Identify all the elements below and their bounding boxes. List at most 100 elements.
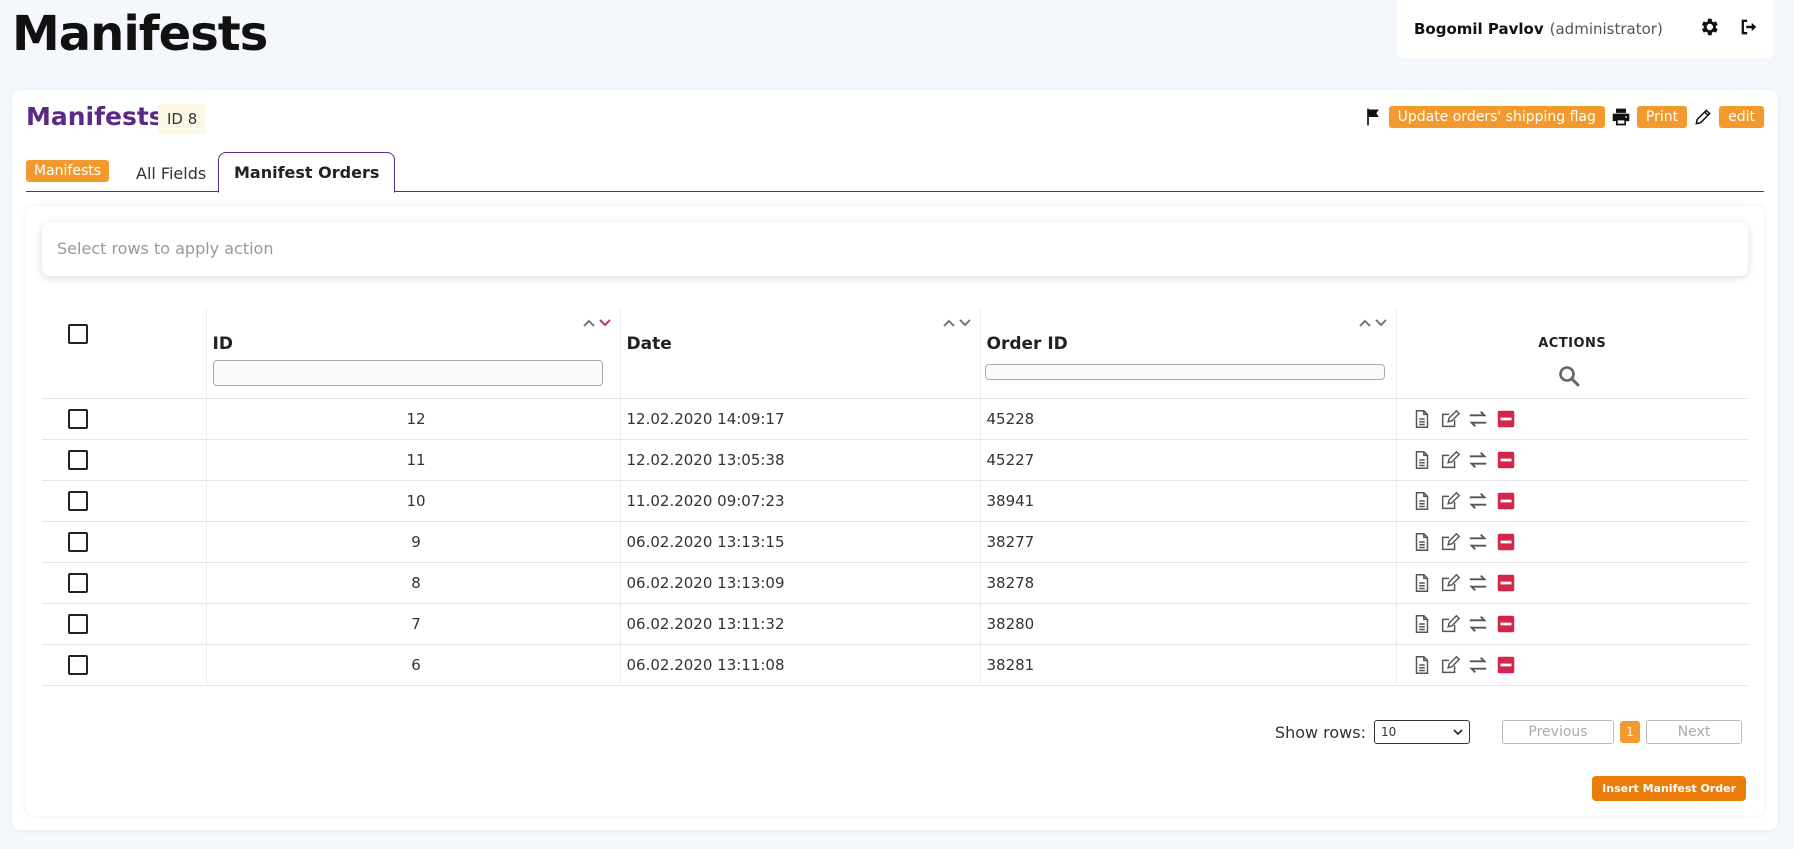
header-id[interactable]: ID [206,308,621,399]
row-order-id: 38280 [980,603,1397,645]
table-row: 9 06.02.2020 13:13:15 38277 [42,521,1748,563]
sort-down-icon[interactable] [1374,318,1388,328]
header-order-id[interactable]: Order ID [980,308,1397,399]
edit-icon[interactable] [1439,408,1461,430]
swap-icon[interactable] [1467,572,1489,594]
document-icon[interactable] [1411,531,1433,553]
document-icon[interactable] [1411,613,1433,635]
manifest-card: Manifests ID 8 Update orders' shipping f… [12,90,1778,830]
update-shipping-flag-button[interactable]: Update orders' shipping flag [1388,106,1605,128]
flag-icon [1363,107,1383,127]
search-icon[interactable] [1557,364,1581,392]
top-actions: Update orders' shipping flag Print edit [1363,106,1764,128]
header-actions-label: ACTIONS [1538,336,1607,351]
edit-icon[interactable] [1439,531,1461,553]
swap-icon[interactable] [1467,531,1489,553]
document-icon[interactable] [1411,572,1433,594]
swap-icon[interactable] [1467,613,1489,635]
row-order-id: 38941 [980,480,1397,522]
gear-icon[interactable] [1698,16,1720,38]
print-button[interactable]: Print [1636,106,1688,128]
header-select-cell [42,308,207,399]
row-checkbox[interactable] [68,449,88,470]
order-id-filter-input[interactable] [984,364,1385,380]
insert-manifest-order-button[interactable]: Insert Manifest Order [1592,776,1746,801]
tab-all-fields[interactable]: All Fields [136,164,206,183]
row-order-id: 38281 [980,644,1397,686]
logout-icon[interactable] [1738,16,1760,38]
swap-icon[interactable] [1467,408,1489,430]
sort-up-icon[interactable] [582,318,596,328]
header-date[interactable]: Date [620,308,981,399]
swap-icon[interactable] [1467,449,1489,471]
delete-icon[interactable] [1495,408,1517,430]
header-actions: ACTIONS [1396,308,1748,399]
row-checkbox[interactable] [68,490,88,511]
document-icon[interactable] [1411,449,1433,471]
edit-icon[interactable] [1439,613,1461,635]
delete-icon[interactable] [1495,654,1517,676]
row-select-cell [42,644,207,686]
delete-icon[interactable] [1495,531,1517,553]
row-id: 11 [206,439,621,481]
document-icon[interactable] [1411,490,1433,512]
header-id-label: ID [212,334,233,354]
row-order-id: 45227 [980,439,1397,481]
edit-icon[interactable] [1439,654,1461,676]
previous-page-button[interactable]: Previous [1502,720,1614,744]
sort-up-icon[interactable] [942,318,956,328]
edit-button[interactable]: edit [1719,106,1764,128]
row-checkbox[interactable] [68,408,88,429]
table-row: 7 06.02.2020 13:11:32 38280 [42,603,1748,645]
swap-icon[interactable] [1467,654,1489,676]
row-actions [1396,603,1748,645]
tab-manifests[interactable]: Manifests [26,160,110,182]
edit-icon[interactable] [1439,490,1461,512]
user-panel: Bogomil Pavlov (administrator) [1398,0,1774,58]
page-1-button[interactable]: 1 [1620,721,1640,743]
sort-down-icon[interactable] [958,318,972,328]
row-checkbox[interactable] [68,531,88,552]
document-icon[interactable] [1411,408,1433,430]
id-filter-input[interactable] [212,360,603,386]
delete-icon[interactable] [1495,613,1517,635]
row-id: 12 [206,398,621,440]
edit-icon[interactable] [1439,572,1461,594]
select-all-checkbox[interactable] [68,324,88,344]
bulk-action-bar[interactable]: Select rows to apply action [42,222,1748,276]
row-order-id: 45228 [980,398,1397,440]
row-select-cell [42,439,207,481]
row-id: 6 [206,644,621,686]
row-date: 11.02.2020 09:07:23 [620,480,981,522]
row-order-id: 38278 [980,562,1397,604]
row-actions [1396,398,1748,440]
row-id: 8 [206,562,621,604]
show-rows-label: Show rows: [1274,722,1366,742]
rows-per-page-select[interactable]: 10 [1374,720,1470,744]
printer-icon [1611,107,1631,127]
row-date: 06.02.2020 13:11:32 [620,603,981,645]
pagination-bar: Show rows: 10 Previous 1 Next [1275,720,1742,744]
edit-icon[interactable] [1439,449,1461,471]
document-icon[interactable] [1411,654,1433,676]
delete-icon[interactable] [1495,490,1517,512]
row-actions [1396,562,1748,604]
delete-icon[interactable] [1495,572,1517,594]
sort-up-icon[interactable] [1358,318,1372,328]
chevron-down-icon [1453,729,1463,736]
row-checkbox[interactable] [68,572,88,593]
next-page-button[interactable]: Next [1646,720,1742,744]
row-checkbox[interactable] [68,654,88,675]
table-row: 8 06.02.2020 13:13:09 38278 [42,562,1748,604]
row-checkbox[interactable] [68,613,88,634]
row-select-cell [42,603,207,645]
user-name: Bogomil Pavlov [1414,20,1544,38]
sort-down-icon[interactable] [598,318,612,328]
delete-icon[interactable] [1495,449,1517,471]
row-date: 12.02.2020 14:09:17 [620,398,981,440]
tab-manifest-orders[interactable]: Manifest Orders [218,152,396,193]
row-select-cell [42,562,207,604]
table-row: 6 06.02.2020 13:11:08 38281 [42,644,1748,686]
header-date-label: Date [626,334,672,354]
swap-icon[interactable] [1467,490,1489,512]
